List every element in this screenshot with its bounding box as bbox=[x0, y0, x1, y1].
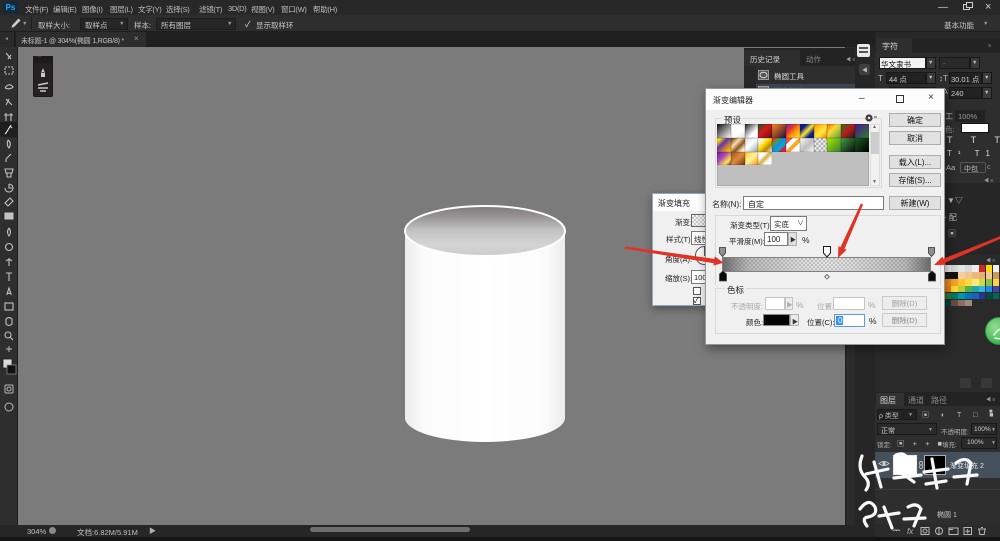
svg-text:fx: fx bbox=[907, 527, 914, 536]
